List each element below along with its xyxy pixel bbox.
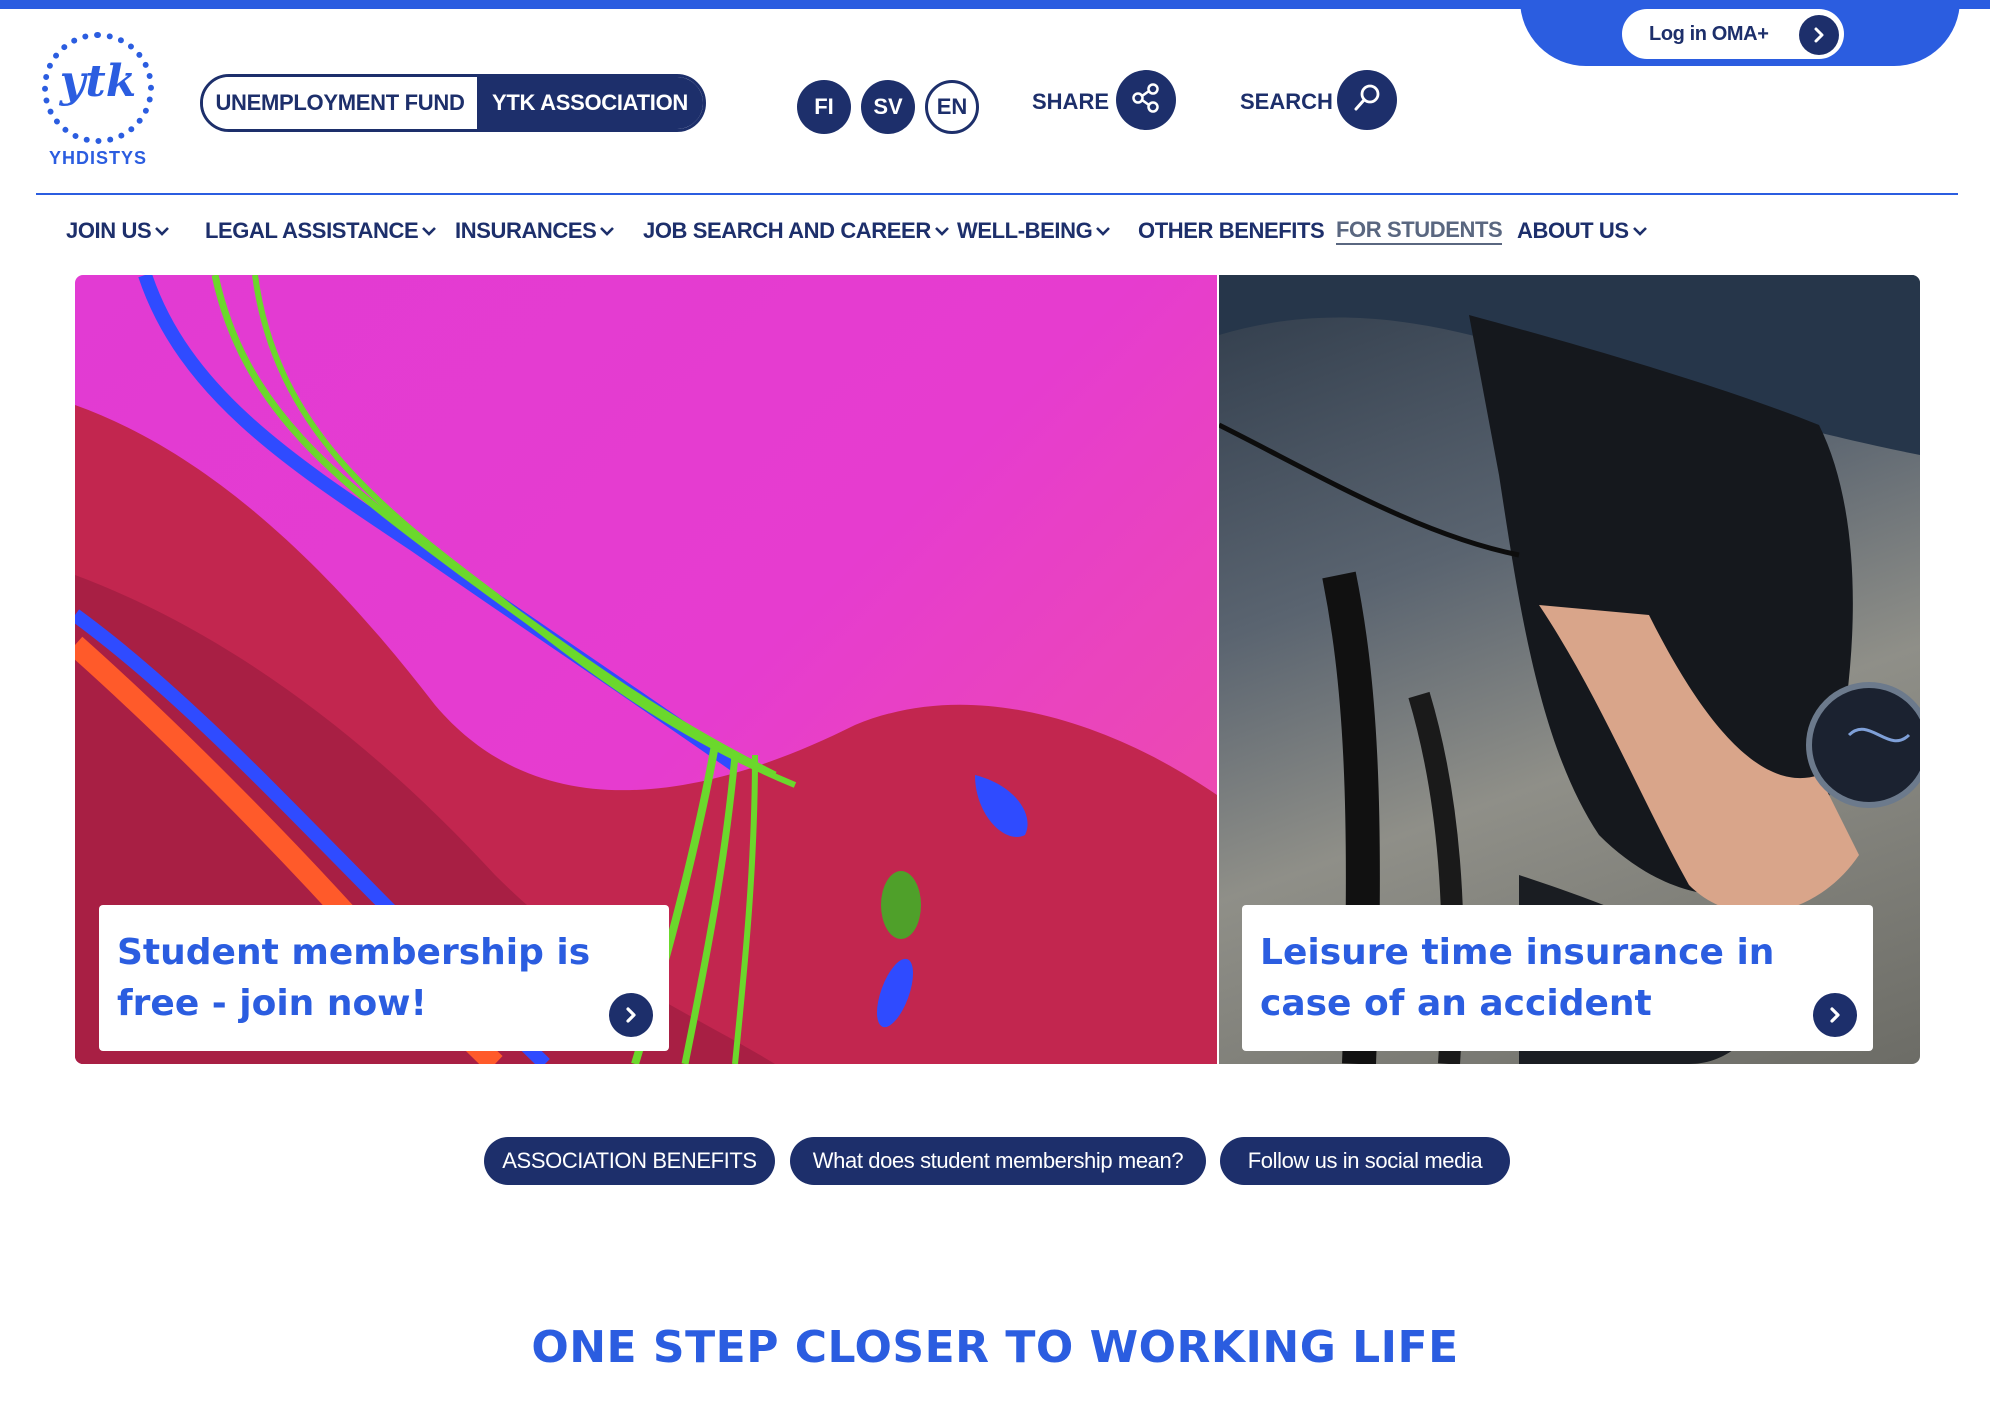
login-oma-button[interactable]: Log in OMA+ <box>1622 9 1844 59</box>
language-sv-button[interactable]: SV <box>861 80 915 134</box>
nav-label: FOR STUDENTS <box>1336 217 1503 245</box>
association-benefits-link[interactable]: ASSOCIATION BENEFITS <box>484 1137 775 1185</box>
chevron-down-icon <box>934 227 949 236</box>
share-icon <box>1129 81 1163 120</box>
nav-label: JOIN US <box>66 218 152 243</box>
logo-wordmark: YHDISTYS <box>48 148 148 168</box>
hero-caption-insurance: Leisure time insurance in case of an acc… <box>1242 905 1873 1051</box>
nav-label: JOB SEARCH AND CAREER <box>643 218 931 243</box>
unemployment-fund-tab[interactable]: UNEMPLOYMENT FUND <box>203 77 477 129</box>
nav-label: WELL-BEING <box>957 218 1093 243</box>
chevron-down-icon <box>600 227 615 236</box>
chevron-down-icon <box>1096 227 1111 236</box>
chevron-right-icon <box>609 993 653 1037</box>
nav-join-us[interactable]: JOIN US <box>66 214 170 248</box>
social-media-link[interactable]: Follow us in social media <box>1220 1137 1510 1185</box>
hero-card-student-membership[interactable]: Student membership is free - join now! <box>75 275 1217 1064</box>
hero-caption-text: Student membership is free - join now! <box>117 932 591 1024</box>
chevron-right-icon <box>1813 993 1857 1037</box>
site-switch: UNEMPLOYMENT FUND YTK ASSOCIATION <box>200 74 706 132</box>
header-divider <box>36 193 1958 195</box>
login-label: Log in OMA+ <box>1649 22 1769 45</box>
search-button[interactable] <box>1337 70 1397 130</box>
nav-other-benefits[interactable]: OTHER BENEFITS <box>1138 214 1325 248</box>
nav-job-search-and-career[interactable]: JOB SEARCH AND CAREER <box>643 214 950 248</box>
share-label: SHARE <box>1032 89 1110 114</box>
nav-label: OTHER BENEFITS <box>1138 218 1325 243</box>
nav-well-being[interactable]: WELL-BEING <box>957 214 1111 248</box>
chevron-down-icon <box>1632 227 1647 236</box>
search-label: SEARCH <box>1240 89 1333 114</box>
logo-mark: ytk <box>59 56 137 107</box>
share-button[interactable] <box>1116 70 1176 130</box>
student-membership-meaning-link[interactable]: What does student membership mean? <box>790 1137 1206 1185</box>
hero-caption-text: Leisure time insurance in case of an acc… <box>1260 932 1775 1024</box>
chevron-down-icon <box>155 227 170 236</box>
section-headline: ONE STEP CLOSER TO WORKING LIFE <box>531 1322 1459 1373</box>
nav-for-students[interactable]: FOR STUDENTS <box>1336 214 1503 248</box>
hero-caption-student: Student membership is free - join now! <box>99 905 669 1051</box>
chevron-down-icon <box>422 227 437 236</box>
nav-label: ABOUT US <box>1517 218 1629 243</box>
chevron-right-icon <box>1799 15 1839 55</box>
ytk-association-tab[interactable]: YTK ASSOCIATION <box>477 77 703 129</box>
nav-legal-assistance[interactable]: LEGAL ASSISTANCE <box>205 214 437 248</box>
hero-card-leisure-insurance[interactable]: Leisure time insurance in case of an acc… <box>1219 275 1920 1064</box>
nav-label: INSURANCES <box>455 218 597 243</box>
search-icon <box>1350 81 1384 120</box>
language-en-button[interactable]: EN <box>925 80 979 134</box>
language-fi-button[interactable]: FI <box>797 80 851 134</box>
ytk-logo[interactable]: ytk YHDISTYS <box>36 30 160 170</box>
nav-label: LEGAL ASSISTANCE <box>205 218 419 243</box>
nav-about-us[interactable]: ABOUT US <box>1517 214 1648 248</box>
nav-insurances[interactable]: INSURANCES <box>455 214 615 248</box>
